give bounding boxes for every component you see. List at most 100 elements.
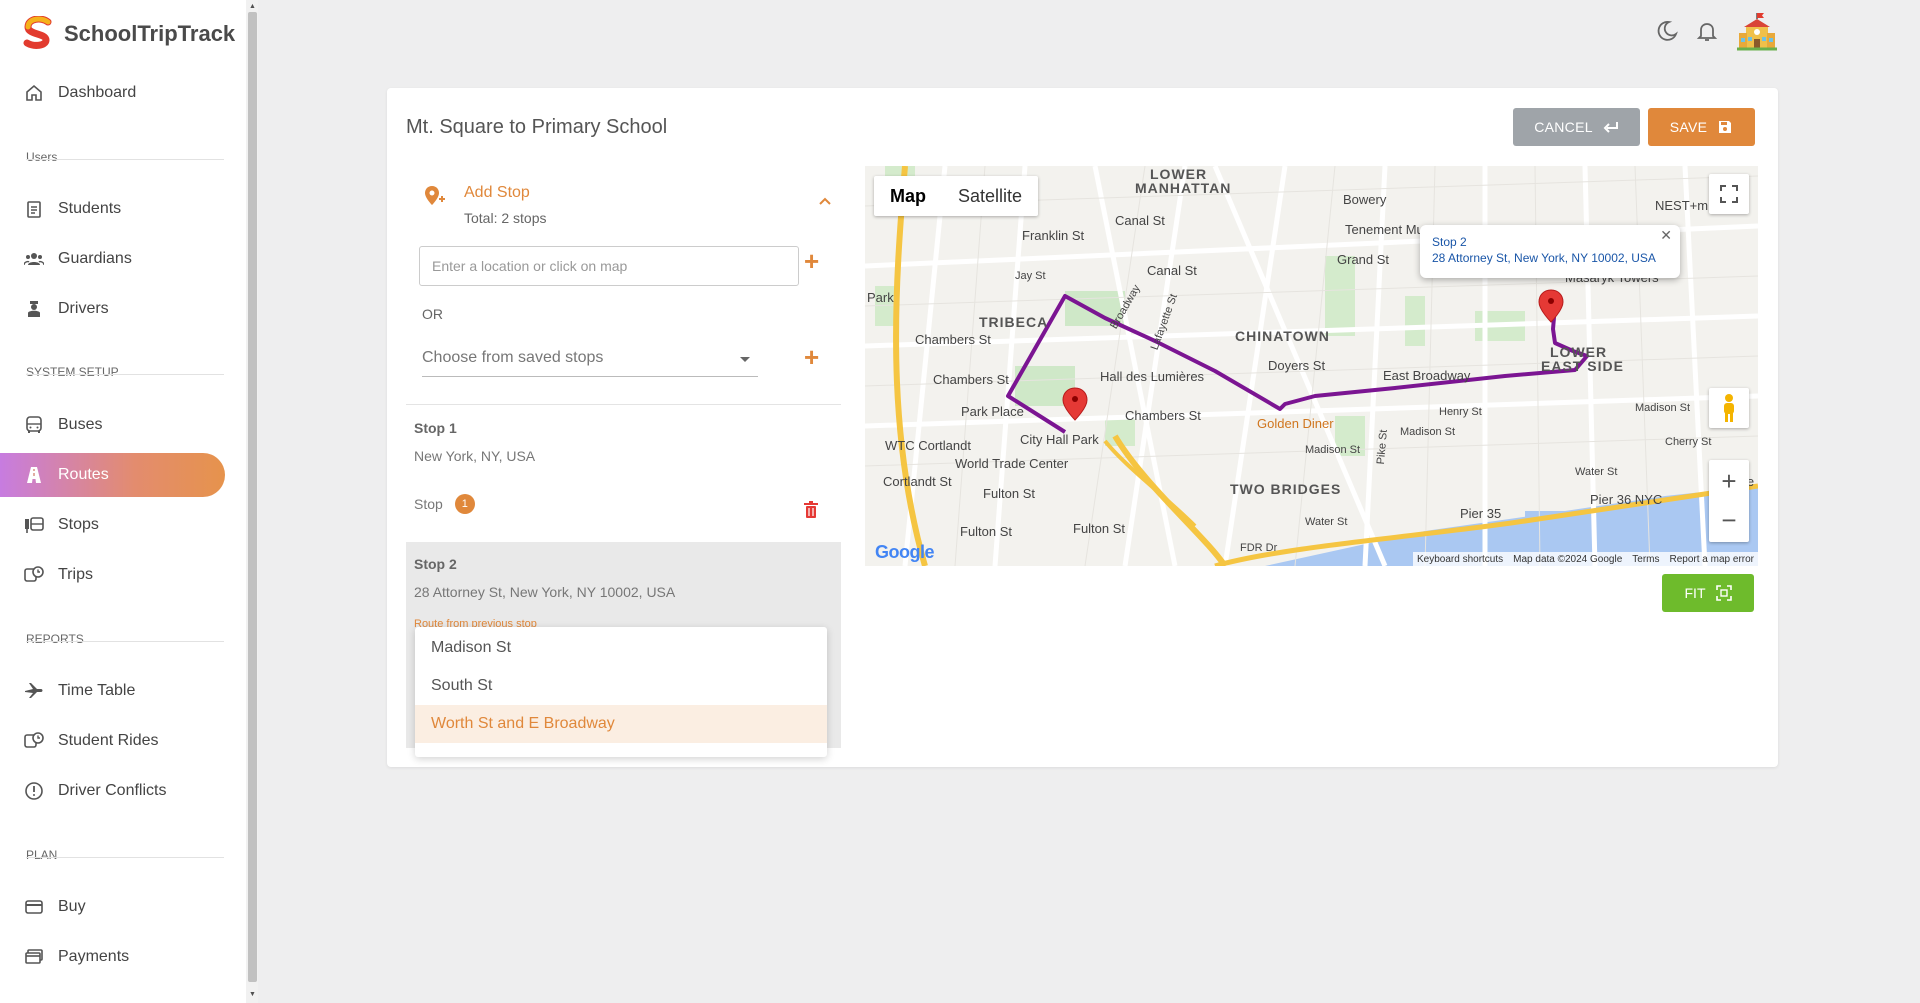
add-stop-header[interactable]: Add Stop Total: 2 stops [422,184,832,230]
flight-clock-icon [25,683,43,698]
sidebar-item-label: Dashboard [58,84,137,101]
map-label-park: Park [867,290,894,305]
stop-title: Stop 1 [414,420,457,436]
add-location-plus-icon[interactable]: + [804,246,819,277]
map-label-tribeca: TRIBECA [979,314,1049,330]
page-title: Mt. Square to Primary School [406,116,668,138]
map-tab-map[interactable]: Map [874,176,942,216]
keyboard-shortcuts-link[interactable]: Keyboard shortcuts [1417,554,1503,565]
map-tab-satellite[interactable]: Satellite [942,176,1038,216]
sidebar-item-guardians[interactable]: Guardians [0,237,225,281]
google-logo: Google [875,542,935,563]
bus-clock-icon [24,732,44,748]
sidebar-item-time-table[interactable]: Time Table [0,669,225,713]
stop-address: 28 Attorney St, New York, NY 10002, USA [414,584,676,600]
stop-order-badge: 1 [454,494,475,514]
sidebar-item-driver-conflicts[interactable]: Driver Conflicts [0,769,225,813]
divider [26,374,224,375]
map-label-henry-st: Henry St [1439,406,1482,418]
app-name: SchoolTripTrack [64,21,236,46]
sidebar-item-trips[interactable]: Trips [0,553,225,597]
cancel-button[interactable]: CANCEL [1513,108,1640,146]
sidebar-item-dashboard[interactable]: Dashboard [0,71,225,115]
map-label-fulton-st: Fulton St [983,486,1036,501]
route-options-dropdown[interactable]: Madison St South St Worth St and E Broad… [415,627,827,757]
floppy-icon [1719,121,1732,133]
map-label-cortlandt-st: Cortlandt St [883,474,952,489]
sidebar-item-stops[interactable]: Stops [0,503,225,547]
sidebar-item-buses[interactable]: Buses [0,403,225,447]
location-input[interactable] [419,246,799,286]
school-avatar-icon[interactable] [1736,11,1778,53]
sidebar-item-label: Time Table [58,682,136,699]
save-label: SAVE [1669,119,1708,135]
zoom-in-icon[interactable]: + [1721,461,1736,501]
clipboard-icon [27,201,41,218]
map-label-chambers-st: Chambers St [1125,408,1201,423]
map-label-chambers-st: Chambers St [933,372,1009,387]
scroll-down-icon[interactable]: ▼ [248,990,257,1000]
terms-link[interactable]: Terms [1632,554,1659,565]
sidebar-item-drivers[interactable]: Drivers [0,287,225,331]
google-logo-text: Google [875,542,935,562]
return-icon [1603,122,1618,133]
trash-icon[interactable] [801,500,821,520]
info-stop-address: 28 Attorney St, New York, NY 10002, USA [1432,251,1656,265]
bell-icon[interactable] [1694,18,1720,44]
report-error-link[interactable]: Report a map error [1670,554,1754,565]
sidebar-item-buy[interactable]: Buy [0,885,225,929]
sidebar-item-student-rides[interactable]: Student Rides [0,719,225,763]
sidebar-item-label: Guardians [58,250,132,267]
add-saved-stop-plus-icon[interactable]: + [804,342,819,373]
sidebar-item-label: Stops [58,516,99,533]
street-view-button[interactable] [1709,388,1749,428]
stop-item-1[interactable]: Stop 1 New York, NY, USA Stop 1 [406,420,841,540]
logo-icon [23,16,52,49]
map-label-doyers-st: Doyers St [1268,358,1326,373]
scroll-up-icon[interactable]: ▲ [248,2,257,12]
map-label-fulton-st: Fulton St [1073,521,1126,536]
map-label-nest: NEST+m [1655,198,1709,213]
map-label-fdr-dr: FDR Dr [1240,542,1278,554]
saved-stops-placeholder: Choose from saved stops [422,349,604,366]
map-label-jay-st: Jay St [1015,270,1046,282]
add-stop-title: Add Stop [464,184,530,201]
zoom-out-icon[interactable]: − [1721,501,1736,541]
sidebar: SchoolTripTrack Dashboard Users Students… [0,0,248,1003]
credit-card-icon [25,900,43,914]
sidebar-item-payments[interactable]: Payments [0,935,225,979]
sidebar-item-students[interactable]: Students [0,187,225,231]
route-option-selected[interactable]: Worth St and E Broadway [415,705,827,743]
scroll-thumb[interactable] [248,12,257,982]
sidebar-item-routes[interactable]: Routes [0,453,225,497]
sidebar-item-label: Student Rides [58,732,159,749]
section-plan: PLAN [26,848,58,862]
cancel-label: CANCEL [1534,119,1593,135]
divider [406,404,841,405]
map-label-two-bridges: TWO BRIDGES [1230,481,1342,497]
fullscreen-button[interactable] [1709,174,1749,214]
saved-stops-select[interactable]: Choose from saved stops [422,341,758,377]
brand[interactable]: SchoolTripTrack [22,16,235,52]
zoom-control: + − [1709,460,1749,542]
section-reports: REPORTS [26,632,84,646]
route-option[interactable]: South St [415,667,827,705]
save-button[interactable]: SAVE [1648,108,1755,146]
bus-icon [26,416,42,433]
chevron-up-icon[interactable] [818,196,832,206]
map-label-canal-st: Canal St [1147,263,1197,278]
dark-mode-icon[interactable] [1654,18,1680,44]
stop-address: New York, NY, USA [414,448,536,464]
map-label-park-place: Park Place [961,404,1024,419]
map-type-tabs: Map Satellite [874,176,1039,216]
route-option[interactable]: Madison St [415,629,827,667]
fit-label: FIT [1684,585,1706,601]
map-label-fulton-st: Fulton St [960,524,1013,539]
fit-button[interactable]: FIT [1662,574,1754,612]
sidebar-item-label: Payments [58,948,130,965]
fullscreen-icon [1720,185,1738,203]
map[interactable]: LOWER MANHATTAN TRIBECA CHINATOWN LOWER … [865,166,1758,566]
map-label-pier-36: Pier 36 NYC [1590,492,1663,507]
close-icon[interactable]: ✕ [1660,227,1672,244]
or-label: OR [422,306,443,322]
